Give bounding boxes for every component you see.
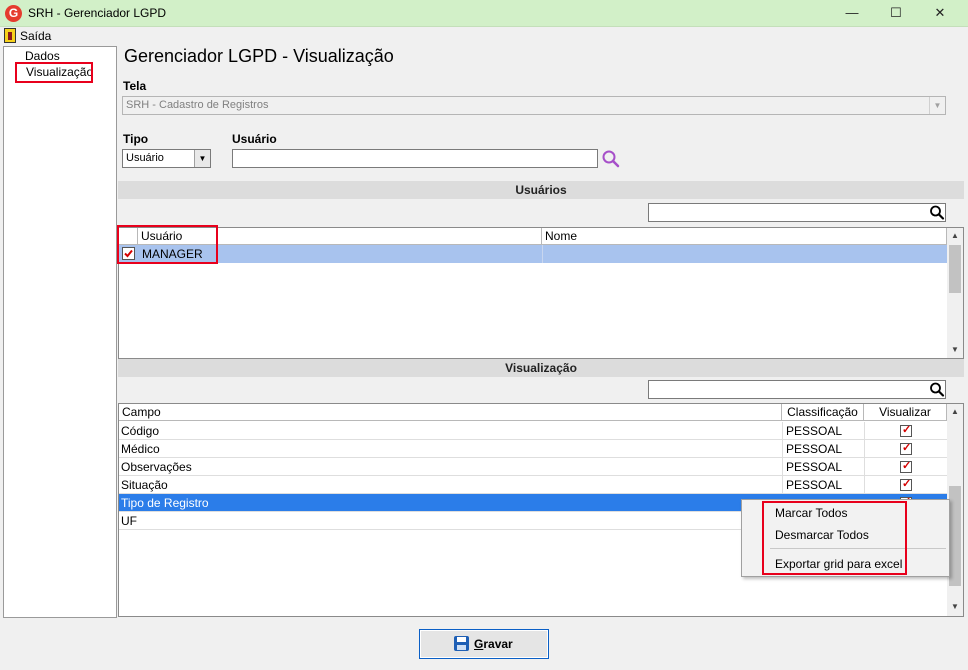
floppy-disk-icon — [454, 636, 469, 651]
visualizacao-section-header: Visualização — [118, 359, 964, 377]
highlight-box-context-menu — [762, 501, 907, 575]
highlight-box-users — [117, 225, 218, 264]
column-header-classificacao[interactable]: Classificação — [782, 404, 864, 421]
chevron-down-icon: ▼ — [929, 97, 945, 114]
cell-divider — [782, 458, 783, 476]
chevron-down-icon[interactable]: ▼ — [194, 150, 210, 167]
cell-classificacao: PESSOAL — [786, 460, 843, 474]
tree-item-dados[interactable]: Dados — [25, 49, 60, 63]
cell-divider — [782, 440, 783, 458]
cell-nome — [542, 245, 543, 263]
cell-divider — [864, 476, 865, 494]
cell-divider — [864, 440, 865, 458]
tela-label: Tela — [123, 79, 147, 93]
cell-campo: Médico — [121, 442, 160, 456]
cell-divider — [864, 458, 865, 476]
cell-divider — [782, 422, 783, 440]
scroll-down-icon[interactable]: ▼ — [947, 343, 963, 357]
visualizar-checkbox[interactable] — [900, 423, 912, 437]
window-title: SRH - Gerenciador LGPD — [28, 6, 167, 20]
scrollbar-thumb[interactable] — [949, 245, 961, 293]
highlight-box-tree — [15, 62, 93, 83]
scroll-up-icon[interactable]: ▲ — [947, 229, 963, 243]
menu-bar — [0, 27, 968, 45]
cell-classificacao: PESSOAL — [786, 424, 843, 438]
visualizar-checkbox[interactable] — [900, 477, 912, 491]
cell-campo: Observações — [121, 460, 192, 474]
column-header-nome[interactable]: Nome — [542, 228, 947, 245]
table-row[interactable] — [119, 245, 947, 263]
exit-door-icon[interactable] — [4, 28, 16, 43]
visualizacao-filter-input[interactable] — [648, 380, 946, 399]
scroll-down-icon[interactable]: ▼ — [947, 600, 963, 614]
cell-campo: Código — [121, 424, 160, 438]
tipo-value: Usuário — [126, 152, 164, 164]
navigation-tree — [3, 46, 117, 618]
save-button-label: Gravar — [474, 637, 513, 651]
column-header-campo[interactable]: Campo — [119, 404, 782, 421]
search-icon[interactable] — [928, 380, 946, 399]
tipo-label: Tipo — [123, 132, 149, 146]
minimize-button[interactable]: — — [830, 0, 874, 26]
scrollbar-thumb[interactable] — [949, 486, 961, 586]
scroll-up-icon[interactable]: ▲ — [947, 405, 963, 419]
usuarios-section-header: Usuários — [118, 181, 964, 199]
cell-campo: Situação — [121, 478, 168, 492]
usuario-input[interactable] — [232, 149, 598, 168]
search-icon[interactable] — [928, 203, 946, 222]
tela-value: SRH - Cadastro de Registros — [126, 99, 269, 111]
usuarios-filter-input[interactable] — [648, 203, 946, 222]
visualizar-checkbox[interactable] — [900, 441, 912, 455]
usuario-label: Usuário — [232, 132, 277, 146]
cell-classificacao: PESSOAL — [786, 442, 843, 456]
cell-campo: UF — [121, 514, 137, 528]
search-icon[interactable] — [600, 148, 622, 170]
cell-campo: Tipo de Registro — [121, 496, 209, 510]
page-title: Gerenciador LGPD - Visualização — [124, 46, 394, 66]
menu-item-saida[interactable]: Saída — [20, 29, 51, 43]
column-header-visualizar[interactable]: Visualizar — [864, 404, 947, 421]
app-logo-icon: G — [5, 5, 22, 22]
cell-classificacao: PESSOAL — [786, 478, 843, 492]
close-button[interactable]: ✕ — [918, 0, 962, 26]
visualizar-checkbox[interactable] — [900, 459, 912, 473]
cell-divider — [864, 422, 865, 440]
cell-divider — [782, 476, 783, 494]
maximize-button[interactable]: ☐ — [874, 0, 918, 26]
